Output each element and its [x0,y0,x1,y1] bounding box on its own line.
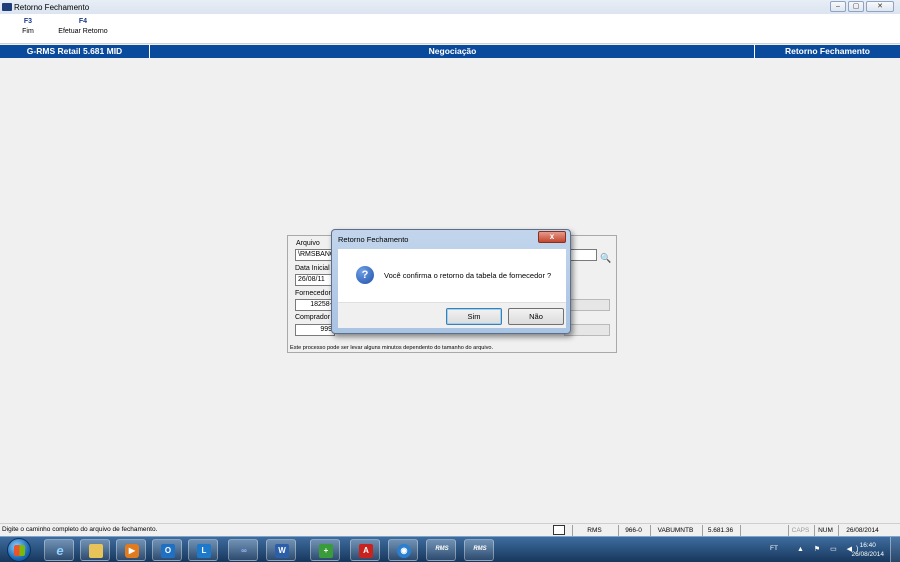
confirm-dialog: Retorno Fechamento x ? Você confirma o r… [331,229,571,334]
status-version: 5.681.36 [702,525,738,536]
close-window-button[interactable]: ✕ [866,1,894,12]
status-hint: Digite o caminho completo do arquivo de … [2,526,158,533]
dialog-title: Retorno Fechamento [338,235,409,244]
fkey-label: Efetuar Retorno [58,28,108,35]
header-band: G-RMS Retail 5.681 MID Negociação Retorn… [0,45,900,58]
app-icon[interactable]: ◉ [388,539,418,561]
app-icon [2,3,12,11]
fkey-key: F4 [78,18,88,25]
file-explorer-icon[interactable] [80,539,110,561]
taskbar: e ▶ O L ∞ W + A ◉ RMS RMS FT ▲ ⚑ ▭ ◀) 16… [0,536,900,562]
comprador-input[interactable]: 999 [295,324,335,336]
document-icon [553,525,565,535]
start-button[interactable] [7,538,31,562]
acrobat-icon[interactable]: A [350,539,380,561]
fornecedor-label: Fornecedor [295,290,331,297]
database-icon[interactable]: + [310,539,340,561]
window-controls: – ▢ ✕ [830,1,894,12]
status-empty [740,525,786,536]
fornecedor-input[interactable]: 18258- [295,299,335,311]
rms-app-icon[interactable]: RMS [464,539,494,561]
function-key-toolbar: F3 Fim F4 Efetuar Retorno [0,14,900,44]
clock-time: 16:40 [859,542,876,549]
window-titlebar: Retorno Fechamento – ▢ ✕ [0,0,900,14]
process-note: Este processo pode ser levar alguns minu… [290,345,494,351]
binoculars-icon[interactable]: 🔍 [599,252,613,264]
fkey-key: F3 [23,18,33,25]
fkey-label: Fim [22,28,34,35]
dialog-close-button[interactable]: x [538,231,566,243]
status-caps: CAPS [788,525,812,536]
rms-app-icon[interactable]: RMS [426,539,456,561]
comprador-label: Comprador [295,314,331,321]
screen-name: Retorno Fechamento [754,45,900,58]
status-bar: Digite o caminho completo do arquivo de … [0,523,900,536]
fkey-f3-exit[interactable]: F3 Fim [18,18,38,35]
status-system: RMS [572,525,616,536]
system-tray: FT ▲ ⚑ ▭ ◀) 16:40 26/08/2014 [755,537,900,562]
clock[interactable]: 16:40 26/08/2014 [851,541,884,559]
data-inicial-input[interactable]: 26/08/11 [295,274,333,286]
arquivo-label: Arquivo [296,240,320,247]
outlook-icon[interactable]: O [152,539,182,561]
no-button[interactable]: Não [508,308,564,325]
word-icon[interactable]: W [266,539,296,561]
dialog-message: Você confirma o retorno da tabela de for… [384,271,552,280]
status-date: 26/08/2014 [838,525,886,536]
show-desktop-button[interactable] [890,537,900,562]
maximize-button[interactable]: ▢ [848,1,864,12]
question-icon: ? [356,266,374,284]
status-store: 966-0 [618,525,648,536]
internet-explorer-icon[interactable]: e [44,539,74,561]
module-name: Negociação [428,46,477,56]
windows-logo-icon [14,545,25,556]
window-title: Retorno Fechamento [14,2,90,12]
status-num: NUM [814,525,836,536]
status-user: VABUMNTB [650,525,700,536]
fkey-f4-confirm-return[interactable]: F4 Efetuar Retorno [54,18,112,35]
dialog-footer: Sim Não [338,302,566,328]
system-name: G-RMS Retail 5.681 MID [0,45,150,58]
yes-button[interactable]: Sim [446,308,502,325]
media-player-icon[interactable]: ▶ [116,539,146,561]
rms-label: RMS [435,546,449,552]
app-icon[interactable]: ∞ [228,539,258,561]
minimize-button[interactable]: – [830,1,846,12]
language-indicator[interactable]: FT [770,545,778,552]
data-inicial-label: Data Inicial [295,265,330,272]
rms-label: RMS [473,546,487,552]
lync-icon[interactable]: L [188,539,218,561]
clock-date: 26/08/2014 [851,551,884,558]
dialog-body: ? Você confirma o retorno da tabela de f… [338,249,566,302]
